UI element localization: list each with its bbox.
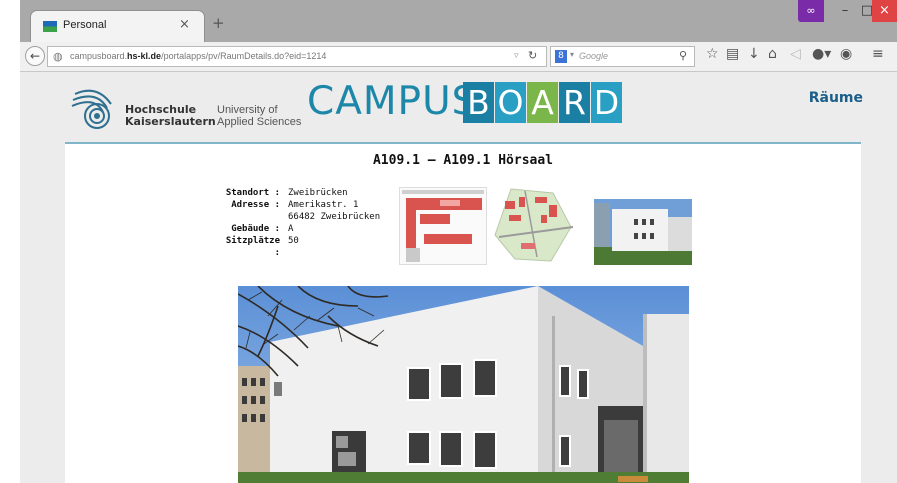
- detail-label: Sitzplätze :: [225, 236, 280, 258]
- campus-map-thumbnail[interactable]: [491, 187, 577, 263]
- board-letter: O: [495, 82, 526, 123]
- detail-value: 66482 Zweibrücken: [288, 212, 381, 222]
- new-tab-button[interactable]: +: [212, 14, 225, 32]
- page-content: Hochschule Kaiserslautern University of …: [20, 72, 897, 483]
- board-letter: D: [591, 82, 622, 123]
- reading-list-icon[interactable]: ▤: [726, 46, 739, 62]
- university-subtitle: University of Applied Sciences: [217, 104, 302, 128]
- url-dropdown-icon[interactable]: ▿: [514, 51, 519, 61]
- download-icon[interactable]: ↓: [748, 46, 760, 62]
- detail-label: Adresse :: [231, 200, 280, 210]
- nav-link-raeume[interactable]: Räume: [809, 90, 863, 106]
- detail-value: A: [288, 224, 294, 234]
- site-header: Hochschule Kaiserslautern University of …: [65, 72, 865, 142]
- board-wordmark: BOARD: [463, 82, 623, 123]
- page-margin: [0, 0, 20, 483]
- menu-icon[interactable]: ≡: [872, 46, 884, 62]
- private-browsing-mask-icon: ∞: [798, 0, 824, 22]
- chat-icon[interactable]: ◉: [840, 46, 852, 62]
- home-icon[interactable]: ⌂: [768, 46, 777, 62]
- detail-value: 50: [288, 236, 299, 246]
- university-logo[interactable]: [67, 82, 117, 132]
- campus-wordmark: CAMPUS: [307, 79, 478, 124]
- search-engine-dropdown-icon[interactable]: ▾: [570, 50, 574, 59]
- navigation-bar: ← ◍ campusboard.hs-kl.de/portalapps/pv/R…: [20, 42, 897, 72]
- building-photo-thumbnail[interactable]: [594, 199, 692, 265]
- reload-icon[interactable]: ↻: [528, 49, 537, 62]
- detail-label: Standort :: [225, 188, 280, 198]
- detail-value: Zweibrücken: [288, 188, 348, 198]
- back-button[interactable]: ←: [25, 46, 45, 66]
- tab-title: Personal: [63, 19, 107, 31]
- site-favicon-icon: [43, 21, 57, 32]
- room-title: A109.1 — A109.1 Hörsaal: [372, 153, 553, 168]
- board-letter: R: [559, 82, 590, 123]
- bookmark-star-icon[interactable]: ☆: [706, 46, 719, 62]
- search-input[interactable]: Google: [579, 51, 608, 61]
- board-letter: A: [527, 82, 558, 123]
- url-bar[interactable]: ◍ campusboard.hs-kl.de/portalapps/pv/Rau…: [47, 46, 547, 67]
- detail-value: Amerikastr. 1: [288, 200, 359, 210]
- search-icon[interactable]: ⚲: [679, 49, 687, 62]
- tab-bar: Personal × + ∞ – □ ×: [20, 0, 897, 42]
- search-bar[interactable]: 8 ▾ Google ⚲: [550, 46, 695, 67]
- detail-label: Gebäude :: [231, 224, 280, 234]
- url-text[interactable]: campusboard.hs-kl.de/portalapps/pv/RaumD…: [70, 51, 326, 61]
- addon-icon[interactable]: ●▾: [812, 46, 831, 62]
- floor-plan-thumbnail[interactable]: [399, 187, 487, 265]
- globe-icon: ◍: [53, 50, 63, 63]
- building-photo: [238, 286, 689, 483]
- tab-close-icon[interactable]: ×: [179, 17, 190, 32]
- close-window-button[interactable]: ×: [872, 0, 897, 22]
- tab-personal[interactable]: Personal ×: [30, 10, 205, 42]
- share-icon[interactable]: ◁: [790, 46, 801, 62]
- browser-window: Personal × + ∞ – □ × ← ◍ campusboard.hs-…: [20, 0, 897, 483]
- room-detail-panel: A109.1 — A109.1 Hörsaal Standort : Zweibr…: [65, 142, 861, 483]
- search-engine-icon[interactable]: 8: [555, 50, 567, 63]
- school-name: Hochschule Kaiserslautern: [125, 103, 216, 128]
- board-letter: B: [463, 82, 494, 123]
- minimize-button[interactable]: –: [834, 0, 856, 22]
